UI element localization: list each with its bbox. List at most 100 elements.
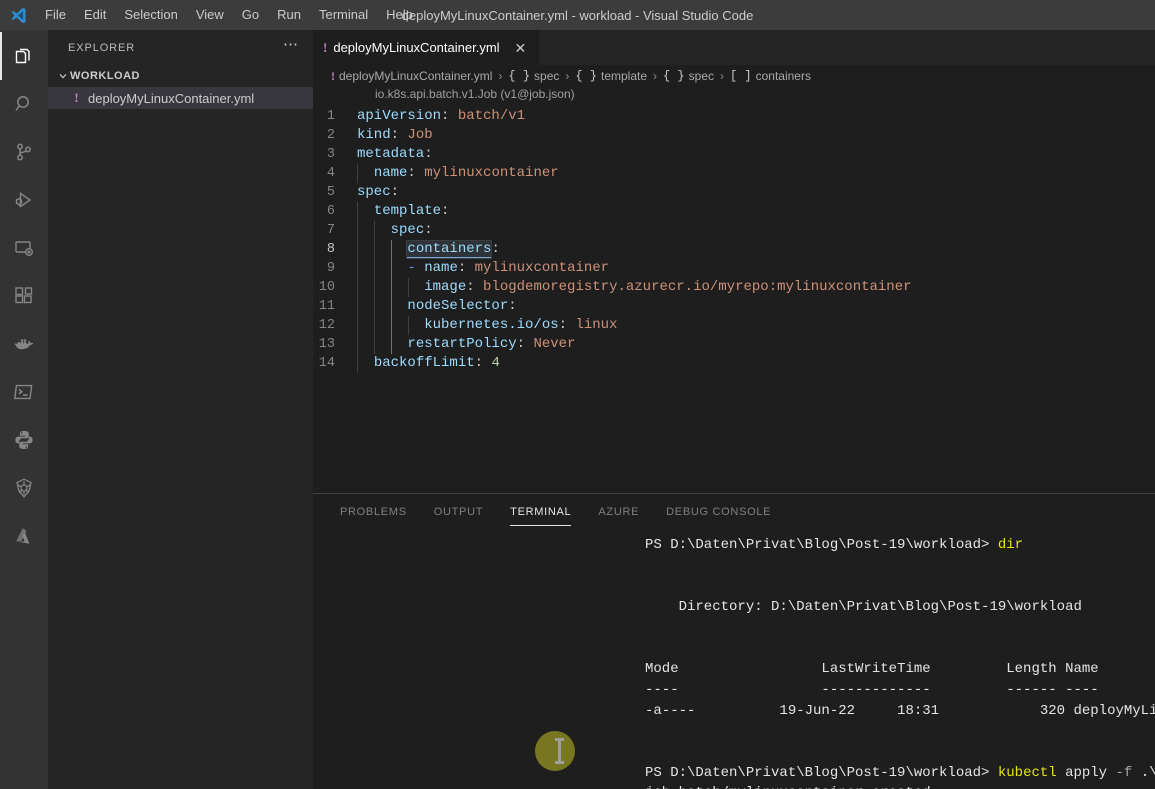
terminal-text: job.batch/mylinuxcontainer created bbox=[645, 785, 931, 789]
code-editor[interactable]: 1apiVersion: batch/v12kind: Job3metadata… bbox=[313, 107, 1155, 493]
more-actions-icon[interactable]: ⋯ bbox=[279, 37, 303, 59]
terminal-text: Directory: D:\Daten\Privat\Blog\Post-19\… bbox=[645, 599, 1082, 615]
terminal-output[interactable]: PS D:\Daten\Privat\Blog\Post-19\workload… bbox=[313, 529, 1155, 789]
code-line[interactable]: 4 name: mylinuxcontainer bbox=[313, 164, 1155, 183]
activity-item-extensions[interactable] bbox=[0, 272, 48, 320]
tabs-empty-space bbox=[540, 30, 1155, 65]
code-token: Job bbox=[399, 127, 433, 143]
terminal-line bbox=[313, 638, 1155, 659]
yaml-file-icon: ! bbox=[323, 40, 327, 56]
schema-hint: io.k8s.api.batch.v1.Job (v1@job.json) bbox=[313, 87, 1155, 107]
breadcrumb-item-containers[interactable]: [ ] containers bbox=[730, 69, 811, 83]
code-token: : bbox=[424, 222, 432, 238]
menu-item-run[interactable]: Run bbox=[268, 3, 310, 27]
line-number: 7 bbox=[313, 221, 357, 240]
tab-output[interactable]: OUTPUT bbox=[425, 497, 492, 526]
activity-item-source-control[interactable] bbox=[0, 128, 48, 176]
terminal-text: -a---- 19-Jun-22 18:31 320 deployMyLinux… bbox=[645, 703, 1155, 719]
tree-section-label: WORKLOAD bbox=[70, 70, 140, 82]
menu-item-file[interactable]: File bbox=[36, 3, 75, 27]
tab-problems[interactable]: PROBLEMS bbox=[331, 497, 416, 526]
activity-item-explorer[interactable] bbox=[0, 32, 48, 80]
tab-deployMyLinuxContainer-yml[interactable]: ! deployMyLinuxContainer.yml ✕ bbox=[313, 30, 540, 65]
breadcrumb-label: spec bbox=[534, 69, 559, 83]
code-line[interactable]: 13 restartPolicy: Never bbox=[313, 335, 1155, 354]
breadcrumb-item-file[interactable]: ! deployMyLinuxContainer.yml bbox=[331, 69, 492, 84]
code-line[interactable]: 8 containers: bbox=[313, 240, 1155, 259]
code-text: restartPolicy: Never bbox=[357, 335, 575, 354]
code-line[interactable]: 12 kubernetes.io/os: linux bbox=[313, 316, 1155, 335]
code-token: image bbox=[424, 279, 466, 295]
code-token: blogdemoregistry.azurecr.io/myrepo:mylin… bbox=[475, 279, 912, 295]
code-token: Never bbox=[525, 336, 575, 352]
activity-item-kubernetes[interactable] bbox=[0, 464, 48, 512]
array-symbol-icon: [ ] bbox=[730, 69, 752, 83]
object-symbol-icon: { } bbox=[663, 69, 685, 83]
menu-item-help[interactable]: Help bbox=[377, 3, 422, 27]
activity-item-powershell[interactable] bbox=[0, 368, 48, 416]
code-text: template: bbox=[357, 202, 449, 221]
kubernetes-helm-icon bbox=[12, 476, 36, 500]
vscode-logo-icon bbox=[0, 6, 36, 25]
breadcrumb-label: template bbox=[601, 69, 647, 83]
breadcrumb-separator-icon: › bbox=[559, 69, 575, 83]
activity-item-azure[interactable] bbox=[0, 512, 48, 560]
activity-item-remote-explorer[interactable] bbox=[0, 224, 48, 272]
code-line[interactable]: 11 nodeSelector: bbox=[313, 297, 1155, 316]
line-number: 3 bbox=[313, 145, 357, 164]
breadcrumb: ! deployMyLinuxContainer.yml › { } spec … bbox=[313, 65, 1155, 87]
activity-item-run-and-debug[interactable] bbox=[0, 176, 48, 224]
code-token: template bbox=[374, 203, 441, 219]
code-line[interactable]: 9 - name: mylinuxcontainer bbox=[313, 259, 1155, 278]
python-snake-icon bbox=[12, 428, 36, 452]
menu-item-terminal[interactable]: Terminal bbox=[310, 3, 377, 27]
editor-tabs-bar: ! deployMyLinuxContainer.yml ✕ bbox=[313, 30, 1155, 65]
tab-azure[interactable]: AZURE bbox=[589, 497, 648, 526]
breadcrumb-label: spec bbox=[689, 69, 714, 83]
code-text: image: blogdemoregistry.azurecr.io/myrep… bbox=[357, 278, 912, 297]
close-icon[interactable]: ✕ bbox=[512, 40, 530, 56]
code-line[interactable]: 5spec: bbox=[313, 183, 1155, 202]
breadcrumb-item-spec-inner[interactable]: { } spec bbox=[663, 69, 714, 83]
code-token: mylinuxcontainer bbox=[416, 165, 559, 181]
code-line[interactable]: 14 backoffLimit: 4 bbox=[313, 354, 1155, 373]
terminal-text: Mode LastWriteTime Length Name bbox=[645, 661, 1099, 677]
code-token: : bbox=[458, 260, 466, 276]
code-line[interactable]: 3metadata: bbox=[313, 145, 1155, 164]
sidebar-explorer: EXPLORER ⋯ WORKLOAD ! deployMyLinuxConta… bbox=[48, 30, 313, 789]
code-line[interactable]: 7 spec: bbox=[313, 221, 1155, 240]
list-item[interactable]: ! deployMyLinuxContainer.yml bbox=[48, 87, 313, 109]
code-token: backoffLimit bbox=[374, 355, 475, 371]
code-line[interactable]: 6 template: bbox=[313, 202, 1155, 221]
tree-section-workload[interactable]: WORKLOAD bbox=[48, 65, 313, 87]
terminal-line: PS D:\Daten\Privat\Blog\Post-19\workload… bbox=[313, 763, 1155, 784]
terminal-line: Mode LastWriteTime Length Name bbox=[313, 659, 1155, 680]
line-number: 8 bbox=[313, 240, 357, 259]
code-token: : bbox=[475, 355, 483, 371]
menu-item-selection[interactable]: Selection bbox=[115, 3, 186, 27]
terminal-text: ---- ------------- ------ ---- bbox=[645, 682, 1099, 698]
code-token: apiVersion bbox=[357, 108, 441, 124]
activity-item-docker[interactable] bbox=[0, 320, 48, 368]
code-text: nodeSelector: bbox=[357, 297, 517, 316]
source-control-icon bbox=[12, 140, 36, 164]
terminal-text: .\deployMyLinuxContainer.yml bbox=[1132, 765, 1155, 781]
menu-item-view[interactable]: View bbox=[187, 3, 233, 27]
terminal-line: Directory: D:\Daten\Privat\Blog\Post-19\… bbox=[313, 597, 1155, 618]
code-text: metadata: bbox=[357, 145, 433, 164]
menu-item-go[interactable]: Go bbox=[233, 3, 268, 27]
activity-item-python[interactable] bbox=[0, 416, 48, 464]
tab-terminal[interactable]: TERMINAL bbox=[501, 497, 580, 526]
code-line[interactable]: 10 image: blogdemoregistry.azurecr.io/my… bbox=[313, 278, 1155, 297]
code-line[interactable]: 1apiVersion: batch/v1 bbox=[313, 107, 1155, 126]
code-token: metadata bbox=[357, 146, 424, 162]
activity-item-search[interactable] bbox=[0, 80, 48, 128]
tab-debug-console[interactable]: DEBUG CONSOLE bbox=[657, 497, 780, 526]
yaml-file-icon: ! bbox=[331, 69, 335, 84]
line-number: 9 bbox=[313, 259, 357, 278]
code-line[interactable]: 2kind: Job bbox=[313, 126, 1155, 145]
breadcrumb-item-template[interactable]: { } template bbox=[575, 69, 647, 83]
menu-item-edit[interactable]: Edit bbox=[75, 3, 115, 27]
breadcrumb-item-spec[interactable]: { } spec bbox=[508, 69, 559, 83]
azure-icon bbox=[12, 524, 36, 548]
